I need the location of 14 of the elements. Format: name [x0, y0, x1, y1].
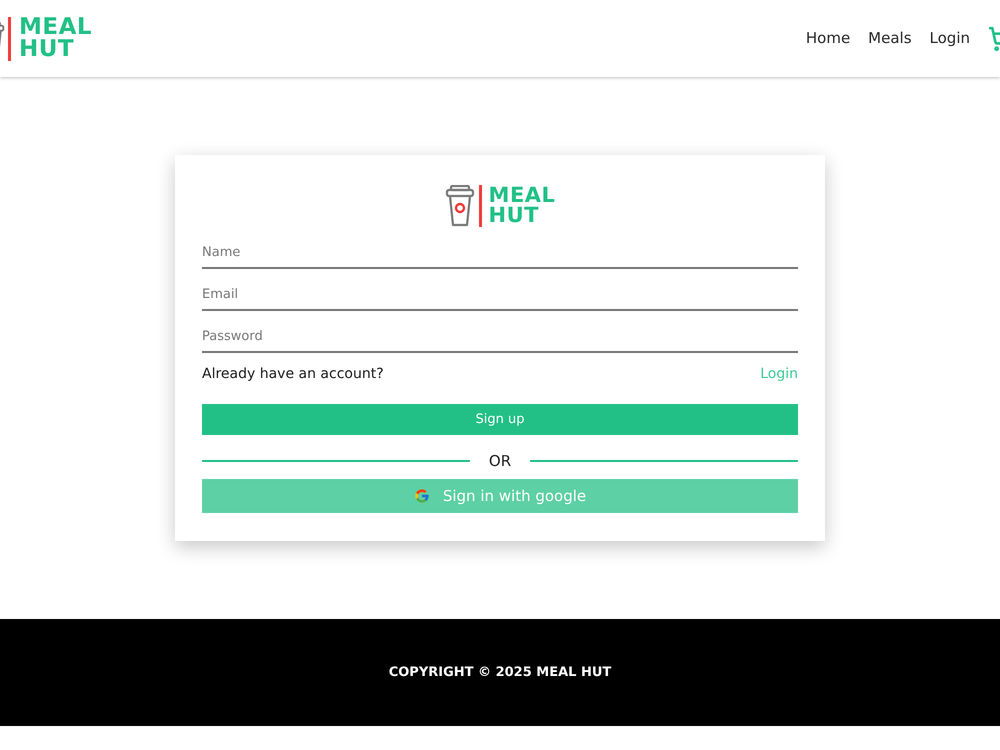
input-field[interactable]: Password	[202, 321, 798, 353]
nav-link[interactable]: Meals	[868, 27, 912, 50]
input-field[interactable]: Email	[202, 279, 798, 311]
account-prompt: Already have an account?	[202, 364, 384, 384]
divider-label: OR	[488, 450, 512, 472]
nav-link[interactable]: Home	[806, 27, 850, 50]
cart-icon[interactable]	[988, 26, 1000, 52]
g-logo-icon	[414, 488, 430, 504]
copyright-text: COPYRIGHT © 2025 MEAL HUT	[388, 664, 612, 682]
input-field[interactable]: Name	[202, 237, 798, 269]
nav-link[interactable]: Login	[930, 27, 970, 50]
cup-icon	[444, 185, 475, 227]
logo-text: MEAL HUT	[19, 16, 92, 60]
logo-text: MEAL HUT	[488, 186, 556, 226]
